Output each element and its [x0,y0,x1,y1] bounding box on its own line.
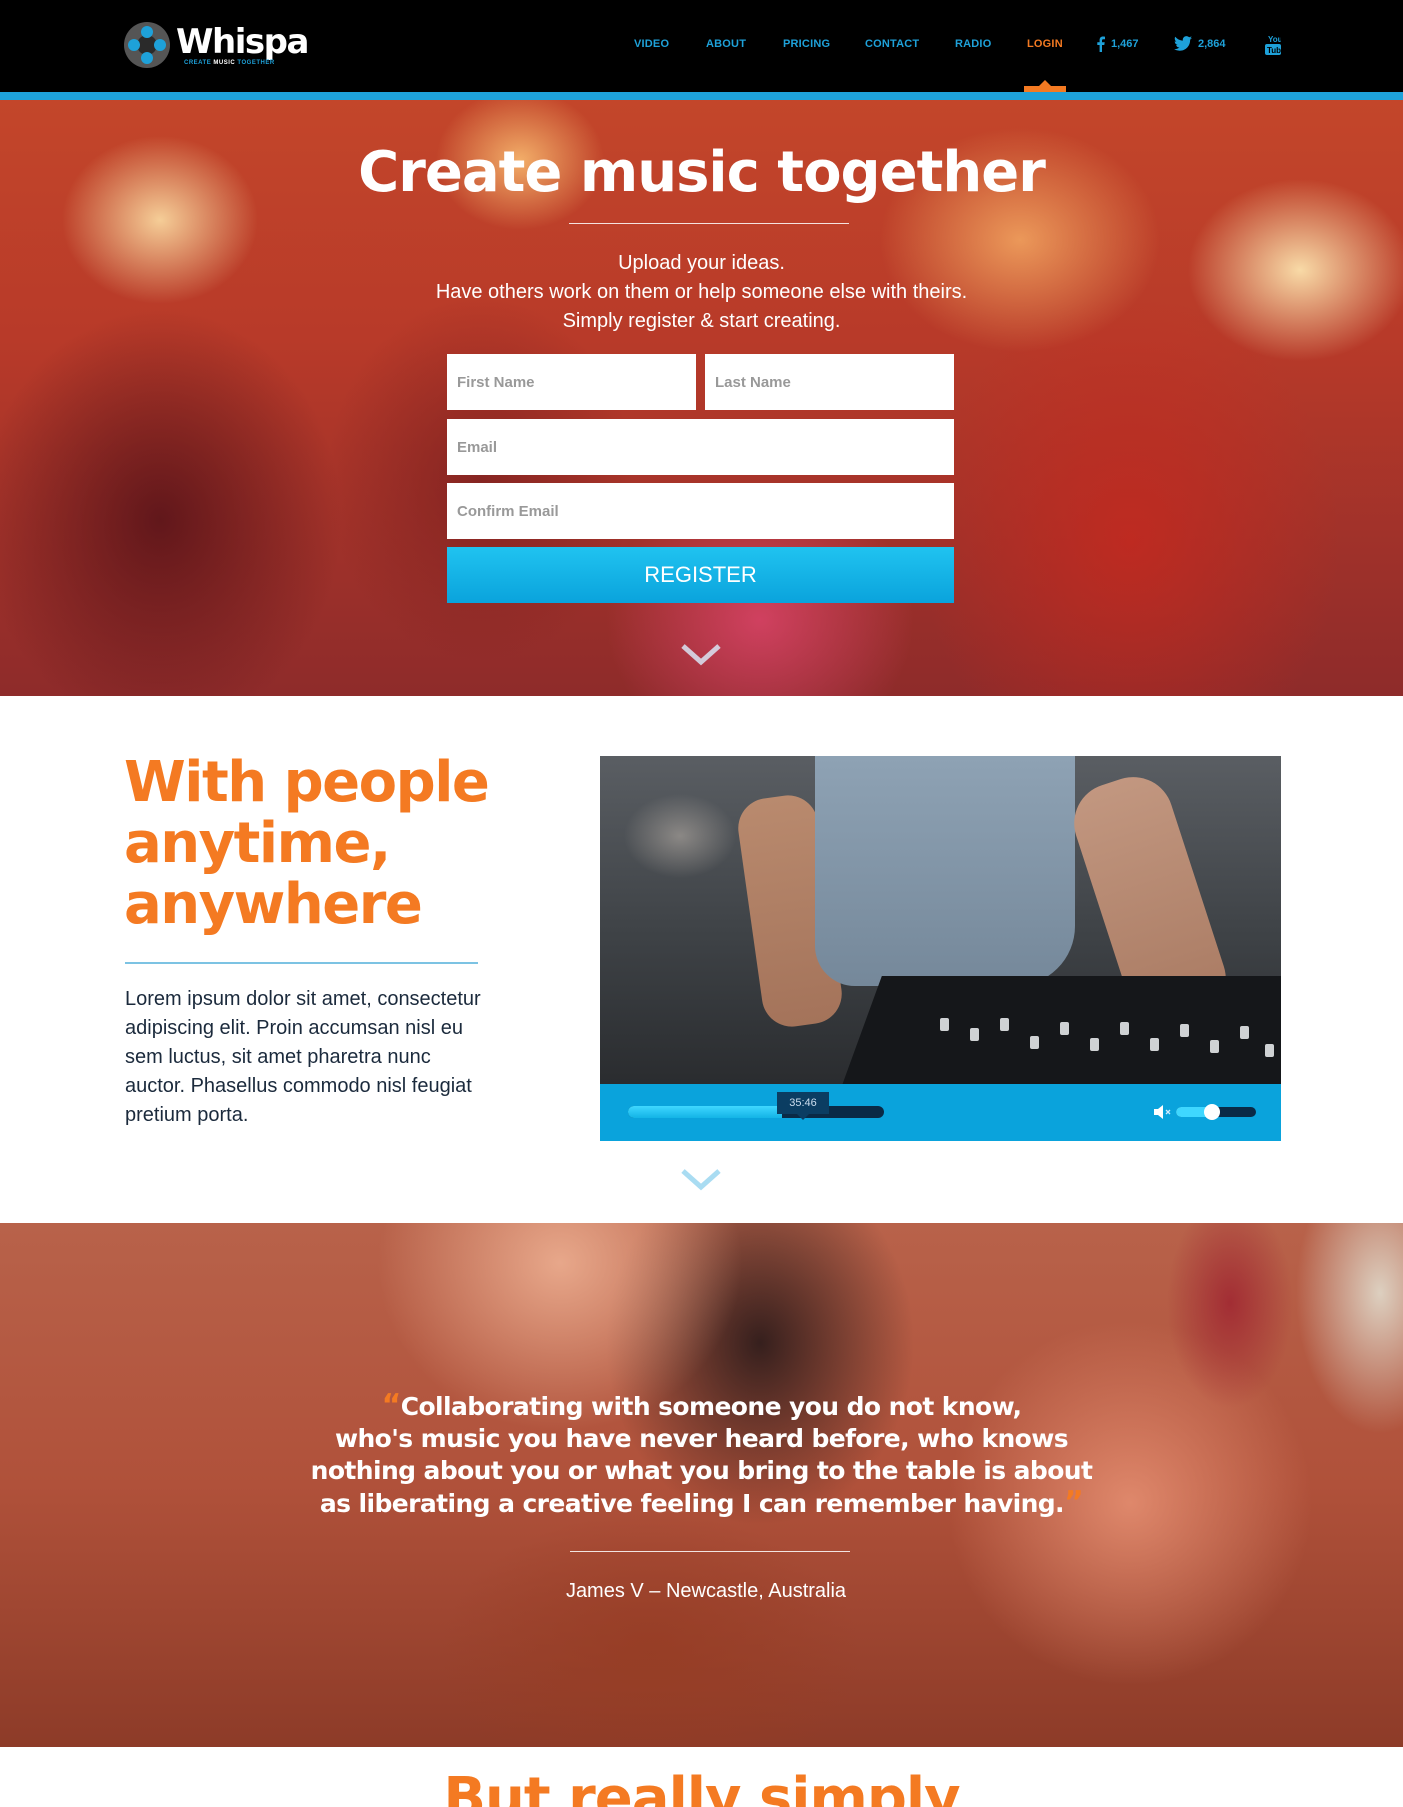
mute-icon[interactable] [1154,1104,1172,1120]
first-name-input[interactable] [447,354,696,410]
facebook-icon [1097,36,1105,52]
testimonial-author: James V – Newcastle, Australia [565,1580,847,1602]
nav-login[interactable]: LOGIN [1027,38,1063,50]
nav-pricing[interactable]: PRICING [783,38,830,50]
close-quote-icon: ” [1063,1485,1084,1520]
hero-subtitle-line-1: Upload your ideas. [618,252,785,274]
volume-handle[interactable] [1204,1104,1220,1120]
testimonial-quote: “Collaborating with someone you do not k… [310,1388,1093,1520]
confirm-email-input[interactable] [447,483,954,539]
features-body: Lorem ipsum dolor sit amet, consectetur … [125,988,481,1126]
video-thumbnail [600,756,1281,1096]
testimonial-divider [570,1551,850,1552]
twitter-icon [1174,36,1192,51]
nav-radio[interactable]: RADIO [955,38,991,50]
video-progress-bar[interactable]: 35:46 [628,1092,884,1120]
hero-title: Create music together [358,140,1046,205]
last-name-input[interactable] [705,354,954,410]
scroll-down-chevron-2-icon[interactable] [681,1169,721,1191]
features-title: With people anytime, anywhere [124,750,490,937]
hero-subtitle-line-2: Have others work on them or help someone… [435,281,968,303]
register-button[interactable]: REGISTER [447,547,954,603]
features-divider [125,962,478,964]
facebook-link[interactable]: 1,467 [1097,36,1139,52]
email-input[interactable] [447,419,954,475]
youtube-icon: You Tube [1265,35,1286,55]
twitter-link[interactable]: 2,864 [1174,36,1226,51]
video-time-tooltip: 35:46 [777,1092,829,1120]
logo-tagline: CREATE MUSIC TOGETHER [184,59,275,66]
nav-video[interactable]: VIDEO [634,38,669,50]
video-controls: 35:46 [600,1084,1281,1141]
open-quote-icon: “ [381,1388,402,1423]
hero-section: Create music together Upload your ideas.… [0,100,1403,696]
hero-divider [569,223,849,224]
video-player[interactable]: 35:46 [600,756,1281,1141]
volume-slider[interactable] [1176,1104,1256,1120]
facebook-count: 1,467 [1111,38,1139,50]
hero-subtitle-line-3: Simply register & start creating. [562,310,841,332]
youtube-link[interactable]: You Tube [1265,34,1286,56]
nav-contact[interactable]: CONTACT [865,38,919,50]
header-accent-bar [0,92,1403,100]
nav-about[interactable]: ABOUT [706,38,746,50]
scroll-down-chevron-icon[interactable] [681,644,721,666]
svg-text:You: You [1268,35,1281,44]
site-header: Whispa CREATE MUSIC TOGETHER VIDEO ABOUT… [0,0,1403,92]
svg-text:Tube: Tube [1267,46,1281,55]
twitter-count: 2,864 [1198,37,1226,50]
simple-section-title: But really simply [443,1766,960,1807]
